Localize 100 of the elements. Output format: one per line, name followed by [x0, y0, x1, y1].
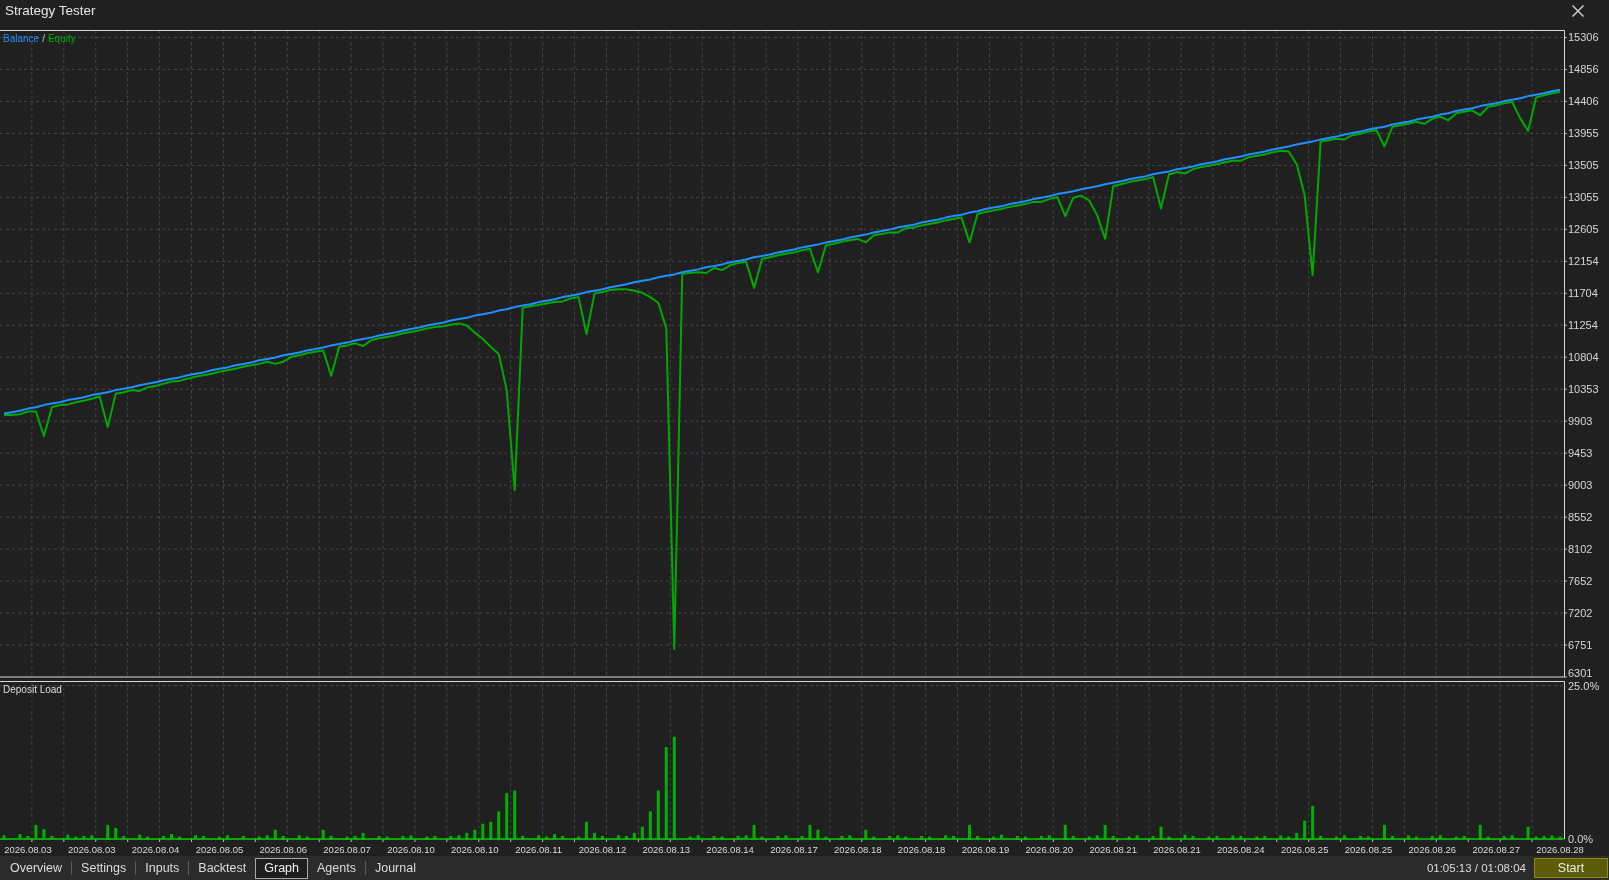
tab[interactable]: Graph	[255, 857, 308, 879]
load-bar	[401, 835, 405, 839]
load-bar	[465, 832, 469, 839]
close-icon[interactable]	[1572, 5, 1584, 17]
load-bar	[1295, 832, 1299, 839]
date-label: 2026.08.11	[515, 844, 563, 855]
load-bar	[1390, 835, 1394, 839]
load-bar	[688, 836, 692, 839]
load-bar	[225, 835, 229, 839]
load-bar	[66, 834, 70, 839]
load-bar	[1343, 835, 1347, 839]
load-bar	[217, 836, 221, 839]
load-bar	[712, 835, 716, 839]
tab[interactable]: Overview	[1, 857, 72, 879]
load-bar	[457, 835, 461, 839]
load-bar	[385, 836, 389, 839]
load-bar	[194, 835, 197, 839]
load-bar	[1183, 834, 1187, 839]
load-bar	[361, 832, 365, 839]
load-bar	[178, 836, 182, 839]
load-bar	[489, 821, 493, 839]
load-bar	[1239, 835, 1243, 839]
load-bar	[1542, 835, 1546, 839]
load-bar	[1255, 836, 1259, 839]
date-label: 2026.08.21	[1153, 844, 1201, 855]
load-bar	[1510, 835, 1514, 839]
load-bar	[1191, 835, 1195, 839]
tab[interactable]: Agents	[308, 857, 365, 879]
load-bar	[1263, 835, 1267, 839]
tab[interactable]: Backtest	[189, 857, 256, 879]
load-bar	[545, 836, 549, 839]
load-bar	[202, 835, 205, 839]
load-bar	[449, 835, 453, 839]
load-bar	[329, 835, 333, 839]
load-bar	[1127, 836, 1131, 839]
load-bar	[74, 836, 78, 839]
load-bar	[1486, 836, 1490, 839]
load-bar	[553, 834, 557, 839]
load-bar	[640, 826, 644, 839]
axis-label: 8102	[1568, 543, 1593, 556]
axis-label: 10353	[1568, 383, 1599, 396]
date-label: 2026.08.03	[68, 844, 116, 855]
tab[interactable]: Journal	[365, 857, 425, 879]
axis-label: 7652	[1568, 575, 1593, 588]
load-bar	[1454, 836, 1458, 839]
load-bar	[1207, 836, 1211, 839]
load-bar	[409, 835, 413, 839]
date-label: 2026.08.25	[1344, 844, 1393, 855]
load-bar	[1167, 836, 1171, 839]
axis-label: 25.0%	[1568, 679, 1600, 692]
legend-separator: /	[42, 33, 45, 45]
load-bar	[696, 835, 700, 839]
load-bar	[82, 835, 86, 839]
load-bar	[433, 835, 437, 839]
axis-label: 9003	[1568, 479, 1593, 492]
load-bar	[1087, 836, 1091, 839]
load-bar	[90, 835, 94, 839]
load-bar	[50, 835, 54, 839]
load-bar	[896, 835, 900, 839]
load-bar	[521, 835, 525, 839]
load-bar	[265, 835, 269, 839]
load-bar	[114, 827, 118, 839]
load-bar	[776, 835, 780, 839]
load-bar	[1039, 835, 1043, 839]
date-label: 2026.08.18	[897, 844, 946, 855]
axis-label: 13055	[1568, 191, 1599, 204]
axis-label: 10804	[1568, 351, 1599, 364]
load-bar	[1023, 836, 1027, 839]
load-bar	[784, 835, 788, 839]
date-label: 2026.08.21	[1089, 844, 1137, 855]
load-bar	[18, 834, 22, 839]
axis-label: 6751	[1568, 639, 1593, 652]
tab[interactable]: Inputs	[136, 857, 189, 879]
load-bar	[513, 790, 517, 839]
load-bar	[616, 835, 620, 839]
tab[interactable]: Settings	[72, 857, 136, 879]
load-bar	[2, 835, 6, 839]
date-label: 2026.08.03	[4, 844, 52, 855]
date-label: 2026.08.24	[1217, 844, 1265, 855]
axis-label: 12154	[1568, 255, 1599, 268]
load-bar	[138, 834, 142, 839]
load-bar	[561, 835, 565, 839]
load-bar	[481, 823, 485, 839]
load-bar	[1502, 835, 1506, 839]
load-bar	[1231, 835, 1235, 839]
load-bar	[888, 835, 892, 839]
load-bar	[800, 835, 804, 839]
load-bar	[1359, 835, 1362, 839]
load-bar	[1319, 835, 1323, 839]
load-bar	[162, 835, 166, 839]
load-bar	[257, 836, 261, 839]
load-bar	[1151, 835, 1155, 839]
start-button[interactable]: Start	[1534, 858, 1608, 878]
load-bar	[848, 835, 852, 839]
load-bar	[1335, 836, 1339, 839]
load-bar	[537, 835, 541, 839]
load-bar	[736, 835, 740, 839]
axis-label: 6301	[1568, 667, 1593, 679]
date-label: 2026.08.14	[706, 844, 754, 855]
date-label: 2026.08.05	[195, 844, 244, 855]
